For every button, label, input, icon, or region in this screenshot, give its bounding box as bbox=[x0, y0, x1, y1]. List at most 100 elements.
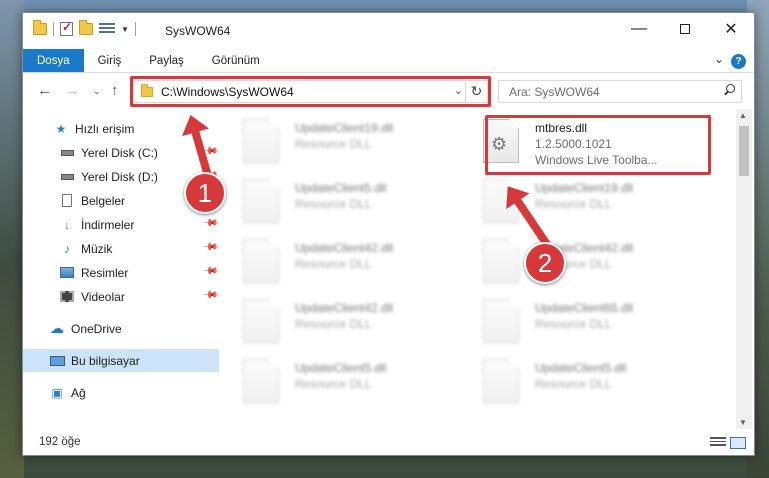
item-count: 192 öğe bbox=[39, 436, 81, 448]
video-icon bbox=[59, 290, 75, 304]
sidebar-item-label: Hızlı erişim bbox=[75, 121, 135, 136]
sidebar-item-label: Videolar bbox=[81, 289, 125, 304]
large-icons-view-icon[interactable] bbox=[730, 437, 746, 449]
address-highlight-box bbox=[130, 76, 491, 107]
sidebar-item-onedrive[interactable]: ☁ OneDrive bbox=[23, 317, 219, 340]
minimize-icon: — bbox=[631, 20, 647, 37]
customize-dropdown-icon[interactable]: ▼ bbox=[121, 25, 129, 34]
file-name: UpdateClient19.dll bbox=[295, 121, 394, 135]
file-tile[interactable]: UpdateClient5.dll Resource DLL bbox=[461, 353, 689, 409]
file-tile[interactable]: UpdateClient19.dll Resource DLL bbox=[221, 113, 449, 169]
file-description: Resource DLL bbox=[295, 257, 372, 271]
sidebar-item-music[interactable]: ♪ Müzik 📌 bbox=[23, 237, 219, 260]
file-description: Resource DLL bbox=[295, 197, 372, 211]
sidebar-item-label: Yerel Disk (C:) bbox=[81, 145, 158, 160]
close-icon: ✕ bbox=[724, 21, 738, 38]
help-button[interactable]: ? bbox=[731, 54, 746, 69]
dll-file-icon bbox=[483, 239, 519, 283]
sidebar-item-label: Bu bilgisayar bbox=[71, 353, 140, 368]
dll-file-icon bbox=[243, 179, 279, 223]
back-arrow-icon[interactable]: ← bbox=[37, 82, 52, 99]
tab-share[interactable]: Paylaş bbox=[135, 49, 198, 72]
file-name: UpdateClient5.dll bbox=[295, 361, 387, 375]
download-icon: ↓ bbox=[64, 217, 70, 232]
file-name: UpdateClient42.dll bbox=[295, 301, 394, 315]
file-tile[interactable]: UpdateClient42.dll Resource DLL bbox=[461, 233, 689, 289]
dll-file-icon bbox=[243, 239, 279, 283]
document-icon bbox=[59, 194, 75, 208]
step-badge-2: 2 bbox=[524, 242, 566, 284]
sidebar-item-pictures[interactable]: Resimler 📌 bbox=[23, 261, 219, 284]
sidebar-item-label: İndirmeler bbox=[81, 217, 135, 232]
expand-ribbon-icon[interactable]: ⌄ bbox=[714, 52, 724, 66]
properties-check-icon[interactable] bbox=[60, 20, 73, 36]
recent-locations-icon[interactable]: ⌄ bbox=[93, 86, 101, 97]
sidebar-item-label: Belgeler bbox=[81, 193, 126, 208]
sidebar-item-network[interactable]: ▣ Ağ bbox=[23, 381, 219, 404]
pin-icon[interactable]: 📌 bbox=[201, 263, 218, 280]
star-icon: ★ bbox=[55, 121, 67, 136]
tab-file[interactable]: Dosya bbox=[23, 49, 84, 72]
window-title: SysWOW64 bbox=[165, 24, 231, 38]
new-folder-icon[interactable] bbox=[79, 20, 93, 35]
sidebar-item-downloads[interactable]: ↓ İndirmeler 📌 bbox=[23, 213, 219, 236]
title-bar: ▼ SysWOW64 — ✕ bbox=[23, 13, 754, 49]
sidebar-item-local-disk-c[interactable]: Yerel Disk (C:) 📌 bbox=[23, 141, 219, 164]
cloud-icon: ☁ bbox=[50, 320, 64, 336]
properties-list-icon[interactable] bbox=[99, 22, 115, 36]
divider bbox=[53, 22, 54, 36]
computer-icon bbox=[49, 354, 65, 368]
file-tile[interactable]: UpdateClient5.dll Resource DLL bbox=[221, 173, 449, 229]
file-description: Resource DLL bbox=[295, 317, 372, 331]
file-name: UpdateClient65.dll bbox=[535, 301, 634, 315]
file-tile[interactable]: UpdateClient42.dll Resource DLL bbox=[221, 233, 449, 289]
file-description: Resource DLL bbox=[295, 377, 372, 391]
drive-icon bbox=[59, 146, 75, 160]
scroll-up-icon[interactable]: ▲ bbox=[739, 111, 747, 120]
file-highlight-box bbox=[485, 115, 711, 175]
desktop-background-left bbox=[0, 0, 24, 478]
network-icon: ▣ bbox=[51, 385, 63, 400]
ribbon-tabs: Dosya Giriş Paylaş Görünüm bbox=[23, 49, 754, 73]
file-description: Resource DLL bbox=[535, 317, 612, 331]
up-arrow-icon[interactable]: ↑ bbox=[111, 82, 119, 99]
file-tile[interactable]: UpdateClient19.dll Resource DLL bbox=[461, 173, 689, 229]
dll-file-icon bbox=[483, 299, 519, 343]
file-description: Resource DLL bbox=[535, 377, 612, 391]
pin-icon[interactable]: 📌 bbox=[201, 239, 218, 256]
drive-icon bbox=[59, 170, 75, 184]
status-bar: 192 öğe bbox=[23, 429, 754, 455]
dll-file-icon bbox=[483, 359, 519, 403]
scroll-down-icon[interactable]: ▼ bbox=[739, 418, 747, 427]
sidebar-item-label: OneDrive bbox=[71, 321, 122, 336]
forward-arrow-icon[interactable]: → bbox=[65, 82, 80, 99]
tab-view[interactable]: Görünüm bbox=[198, 49, 274, 72]
details-view-icon[interactable] bbox=[710, 437, 726, 449]
search-icon[interactable] bbox=[723, 84, 735, 96]
sidebar-item-label: Yerel Disk (D:) bbox=[81, 169, 158, 184]
pin-icon[interactable]: 📌 bbox=[201, 215, 218, 232]
file-tile[interactable]: UpdateClient5.dll Resource DLL bbox=[221, 353, 449, 409]
dll-file-icon bbox=[243, 359, 279, 403]
maximize-button[interactable] bbox=[662, 13, 708, 45]
close-button[interactable]: ✕ bbox=[708, 13, 754, 45]
vertical-scrollbar[interactable]: ▲ ▼ bbox=[736, 109, 752, 429]
file-name: UpdateClient42.dll bbox=[295, 241, 394, 255]
dll-file-icon bbox=[243, 299, 279, 343]
search-input[interactable]: Ara: SysWOW64 bbox=[498, 80, 742, 103]
file-tile[interactable]: UpdateClient42.dll Resource DLL bbox=[221, 293, 449, 349]
divider bbox=[134, 22, 136, 36]
tab-home[interactable]: Giriş bbox=[84, 49, 136, 72]
minimize-button[interactable]: — bbox=[616, 13, 662, 45]
search-placeholder: Ara: SysWOW64 bbox=[509, 84, 600, 99]
picture-icon bbox=[59, 266, 75, 280]
file-tile[interactable]: UpdateClient65.dll Resource DLL bbox=[461, 293, 689, 349]
sidebar-item-label: Ağ bbox=[71, 385, 86, 400]
file-name: UpdateClient19.dll bbox=[535, 181, 634, 195]
sidebar-item-this-pc[interactable]: Bu bilgisayar bbox=[23, 349, 219, 372]
file-description: Resource DLL bbox=[295, 137, 372, 151]
scroll-thumb[interactable] bbox=[739, 126, 749, 176]
pin-icon[interactable]: 📌 bbox=[201, 287, 218, 304]
sidebar-item-videos[interactable]: Videolar 📌 bbox=[23, 285, 219, 308]
file-name: UpdateClient5.dll bbox=[535, 361, 627, 375]
